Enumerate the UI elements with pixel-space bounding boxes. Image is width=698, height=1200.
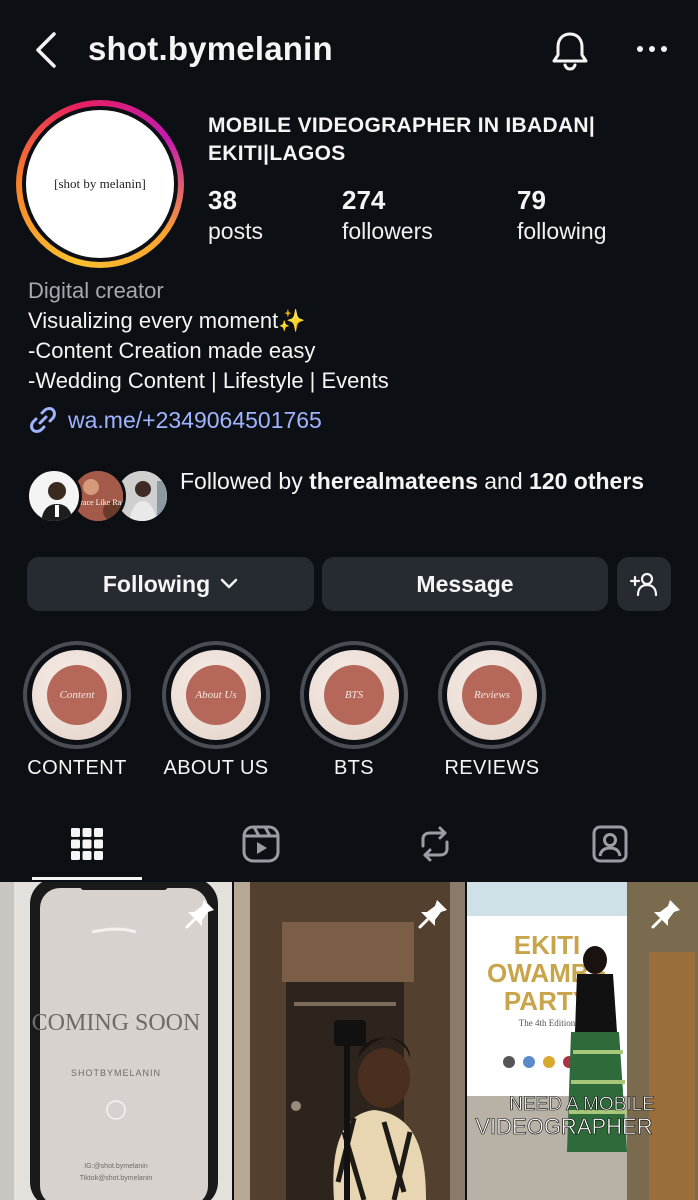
profile-link-text: wa.me/+2349064501765: [68, 406, 322, 433]
highlight-label: CONTENT: [27, 757, 127, 779]
stat-following-count: 79: [517, 185, 546, 215]
post-3-caption-2: VIDEOGRAPHER: [475, 1114, 652, 1139]
post-1-footer-2: Tiktok@shot.bymelanin: [80, 1175, 153, 1182]
highlight-cover-text: Reviews: [462, 665, 522, 725]
stat-posts[interactable]: 38 posts: [208, 184, 263, 246]
post-1-footer-1: IG:@shot.bymelanin: [84, 1163, 148, 1170]
highlight-cover: Content: [23, 641, 131, 749]
top-bar: shot.bymelanin: [0, 0, 698, 100]
highlight-label: REVIEWS: [444, 757, 540, 779]
highlight-content[interactable]: Content CONTENT: [22, 641, 132, 779]
suggested-users-button[interactable]: [617, 557, 671, 611]
post-tile-2[interactable]: [234, 882, 465, 1200]
highlight-label: BTS: [333, 757, 375, 779]
highlight-cover: About Us: [162, 641, 270, 749]
followed-by-prefix: Followed by: [180, 468, 310, 494]
add-person-icon: [629, 572, 658, 597]
mutual-avatar-2-text: Grace Like Rain: [75, 498, 126, 507]
stat-posts-count: 38: [208, 185, 237, 215]
message-button-label: Message: [416, 570, 514, 597]
chevron-down-icon: [220, 578, 238, 589]
avatar-image: [shot by melanin]: [26, 110, 174, 258]
highlight-cover-text: BTS: [324, 665, 384, 725]
highlight-reviews[interactable]: Reviews REVIEWS: [437, 641, 547, 779]
followed-by-name[interactable]: therealmateens: [309, 468, 478, 494]
mutual-avatar-1: [26, 468, 82, 524]
pin-icon: [418, 900, 447, 929]
post-3-edition: The 4th Edition: [519, 1018, 576, 1028]
more-options-icon[interactable]: [632, 34, 672, 64]
following-button[interactable]: Following: [27, 557, 314, 611]
highlight-cover-text: About Us: [186, 665, 246, 725]
profile-username: shot.bymelanin: [88, 30, 333, 67]
stat-followers[interactable]: 274 followers: [342, 184, 433, 246]
mutual-followers-avatars[interactable]: Grace Like Rain: [26, 468, 170, 524]
stat-posts-label: posts: [208, 218, 263, 244]
pin-icon: [651, 900, 680, 929]
highlight-cover: Reviews: [438, 641, 546, 749]
highlight-label: ABOUT US: [163, 757, 269, 779]
reposts-tab-icon[interactable]: [413, 822, 457, 866]
post-1-subtitle: SHOTBYMELANIN: [71, 1068, 161, 1078]
tagged-tab-icon[interactable]: [588, 822, 632, 866]
back-arrow-icon[interactable]: [30, 28, 64, 72]
highlight-cover: BTS: [300, 641, 408, 749]
bio-line-3: -Wedding Content | Lifestyle | Events: [28, 368, 389, 393]
grid-tab-icon[interactable]: [65, 822, 109, 866]
post-tile-3[interactable]: EKITI OWAMBE PARTY The 4th Edition NEED …: [467, 882, 698, 1200]
profile-link[interactable]: wa.me/+2349064501765: [28, 404, 322, 436]
avatar-logo-text: [shot by melanin]: [54, 176, 146, 191]
post-3-caption-1: NEED A MOBILE: [509, 1094, 655, 1115]
stat-following-label: following: [517, 218, 607, 244]
stat-followers-label: followers: [342, 218, 433, 244]
following-button-label: Following: [102, 570, 211, 597]
post-3-banner-1: EKITI: [514, 930, 580, 960]
highlight-about-us[interactable]: About Us ABOUT US: [161, 641, 271, 779]
reels-tab-icon[interactable]: [239, 822, 283, 866]
message-button[interactable]: Message: [322, 557, 608, 611]
active-tab-indicator: [32, 877, 142, 880]
highlight-bts[interactable]: BTS BTS: [299, 641, 409, 779]
link-icon: [30, 407, 56, 433]
stat-followers-count: 274: [342, 185, 386, 215]
profile-avatar[interactable]: [shot by melanin]: [16, 100, 184, 268]
highlight-cover-text: Content: [47, 665, 107, 725]
pin-icon: [185, 900, 214, 929]
post-1-title: COMING SOON: [32, 1010, 201, 1036]
followed-by-middle: and: [477, 468, 530, 494]
stat-following[interactable]: 79 following: [517, 184, 607, 246]
followed-by-others[interactable]: 120 others: [529, 468, 644, 494]
followed-by-text[interactable]: Followed by therealmateens and 120 other…: [180, 466, 660, 497]
profile-category: Digital creator: [28, 278, 164, 303]
notification-bell-icon[interactable]: [548, 28, 592, 72]
bio-line-1: Visualizing every moment✨: [28, 308, 306, 333]
post-tile-1[interactable]: COMING SOON SHOTBYMELANIN IG:@shot.bymel…: [0, 882, 232, 1200]
profile-title: MOBILE VIDEOGRAPHER IN IBADAN| EKITI|LAG…: [208, 114, 596, 165]
bio-line-2: -Content Creation made easy: [28, 338, 316, 363]
